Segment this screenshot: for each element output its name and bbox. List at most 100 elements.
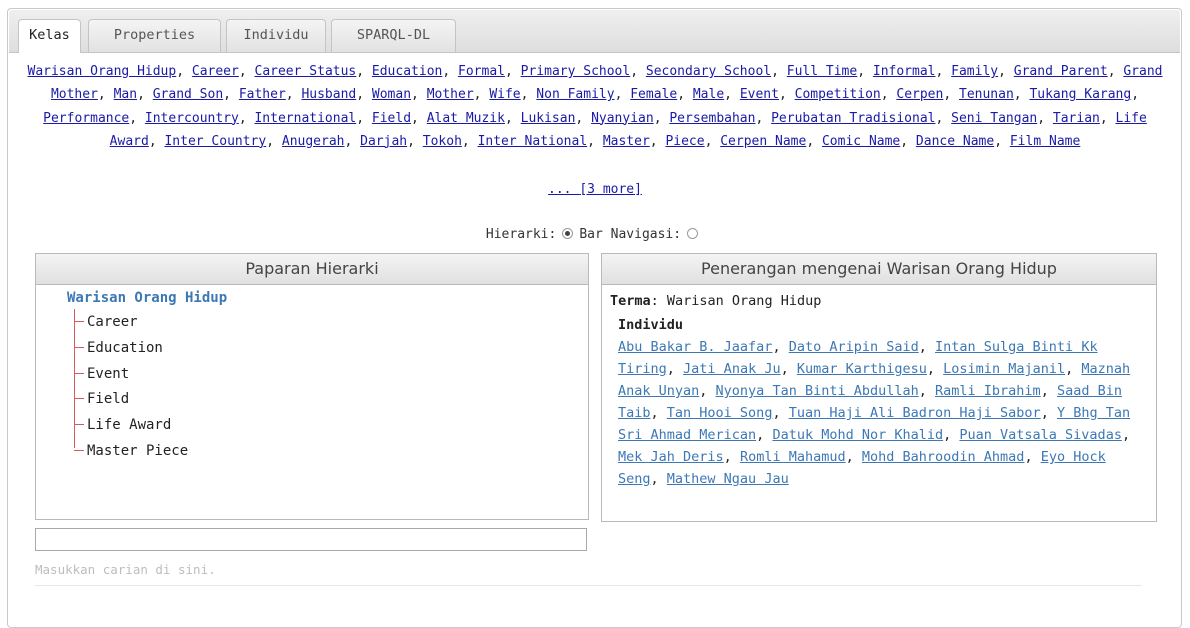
individual-link[interactable]: Dato Aripin Said	[789, 339, 919, 355]
description-panel-title: Penerangan mengenai Warisan Orang Hidup	[602, 254, 1156, 285]
class-link[interactable]: Grand Son	[153, 87, 223, 102]
class-link[interactable]: Tenunan	[959, 87, 1014, 102]
class-link[interactable]: Grand Parent	[1014, 64, 1108, 79]
class-link[interactable]: Field	[372, 111, 411, 126]
tree-node-label: Master Piece	[87, 443, 189, 459]
individual-link[interactable]: Nyonya Tan Binti Abdullah	[716, 383, 919, 399]
hierarchy-mode-radio[interactable]	[562, 228, 574, 239]
class-link[interactable]: Intercountry	[145, 111, 239, 126]
footer-divider	[35, 585, 1142, 586]
class-link[interactable]: Lukisan	[521, 111, 576, 126]
class-link[interactable]: Informal	[873, 64, 936, 79]
description-panel: Penerangan mengenai Warisan Orang Hidup …	[601, 253, 1157, 522]
class-link[interactable]: Performance	[43, 111, 129, 126]
description-body: Terma: Warisan Orang Hidup Individu Abu …	[610, 290, 1136, 490]
class-link[interactable]: Inter National	[478, 134, 588, 149]
individual-link[interactable]: Mek Jah Deris	[618, 449, 724, 465]
individual-link[interactable]: Datuk Mohd Nor Khalid	[772, 427, 943, 443]
tree-node[interactable]: Life Award	[74, 417, 171, 433]
class-link[interactable]: Dance Name	[916, 134, 994, 149]
class-link[interactable]: Comic Name	[822, 134, 900, 149]
more-classes: ... [3 more]	[0, 182, 1190, 197]
individual-link[interactable]: Romli Mahamud	[740, 449, 846, 465]
view-mode-selector: Hierarki: Bar Navigasi:	[0, 227, 1190, 242]
class-link[interactable]: Female	[630, 87, 677, 102]
class-link[interactable]: Film Name	[1010, 134, 1080, 149]
class-link[interactable]: Piece	[665, 134, 704, 149]
individual-link[interactable]: Kumar Karthigesu	[797, 361, 927, 377]
class-link[interactable]: Husband	[301, 87, 356, 102]
tree-node-label: Event	[87, 366, 130, 382]
individual-link[interactable]: Puan Vatsala Sivadas	[959, 427, 1122, 443]
tree-node[interactable]: Education	[74, 340, 163, 356]
individual-link[interactable]: Ramli Ibrahim	[935, 383, 1041, 399]
class-link[interactable]: Perubatan Tradisional	[771, 111, 935, 126]
class-link[interactable]: Formal	[458, 64, 505, 79]
tree-node-label: Field	[87, 391, 130, 407]
tab-sparql-dl[interactable]: SPARQL-DL	[331, 19, 456, 52]
class-link[interactable]: Primary School	[521, 64, 631, 79]
class-link[interactable]: Seni Tangan	[951, 111, 1037, 126]
class-link[interactable]: Man	[114, 87, 137, 102]
tree-node[interactable]: Field	[74, 391, 129, 407]
class-link[interactable]: Non Family	[536, 87, 614, 102]
class-link[interactable]: Career Status	[255, 64, 357, 79]
tree-node[interactable]: Career	[74, 314, 138, 330]
search-hint: Masukkan carian di sini.	[35, 562, 216, 577]
navbar-mode-radio[interactable]	[687, 228, 699, 239]
class-link[interactable]: Woman	[372, 87, 411, 102]
class-link[interactable]: Wife	[489, 87, 520, 102]
class-link[interactable]: Nyanyian	[591, 111, 654, 126]
class-link[interactable]: Anugerah	[282, 134, 345, 149]
individual-link[interactable]: Tan Hooi Song	[667, 405, 773, 421]
class-link[interactable]: Darjah	[360, 134, 407, 149]
class-link[interactable]: Warisan Orang Hidup	[28, 64, 177, 79]
individual-link[interactable]: Tuan Haji Ali Badron Haji Sabor	[789, 405, 1041, 421]
term-value: Warisan Orang Hidup	[666, 293, 822, 309]
class-link[interactable]: Career	[192, 64, 239, 79]
individual-link[interactable]: Jati Anak Ju	[683, 361, 781, 377]
term-label: Terma	[610, 293, 651, 309]
class-link[interactable]: Education	[372, 64, 442, 79]
class-link[interactable]: Tarian	[1053, 111, 1100, 126]
class-link[interactable]: Mother	[427, 87, 474, 102]
tree-node[interactable]: Master Piece	[74, 443, 188, 459]
class-link[interactable]: Tokoh	[423, 134, 462, 149]
tab-bar: Kelas Properties Individu SPARQL-DL	[9, 10, 1180, 53]
class-link-list: Warisan Orang Hidup, Career, Career Stat…	[27, 64, 1163, 149]
navbar-mode-label: Bar Navigasi:	[579, 227, 682, 242]
individual-link[interactable]: Losimin Majanil	[943, 361, 1065, 377]
individuals-list: Abu Bakar B. Jaafar, Dato Aripin Said, I…	[618, 339, 1131, 487]
tree-root-node[interactable]: Warisan Orang Hidup	[67, 290, 227, 306]
individual-link[interactable]: Mohd Bahroodin Ahmad	[862, 449, 1025, 465]
class-link[interactable]: Master	[603, 134, 650, 149]
class-link[interactable]: Alat Muzik	[427, 111, 505, 126]
term-line: Terma: Warisan Orang Hidup	[610, 293, 822, 309]
class-link[interactable]: Persembahan	[669, 111, 755, 126]
tab-kelas[interactable]: Kelas	[18, 19, 81, 53]
class-link[interactable]: Full Time	[787, 64, 857, 79]
hierarchy-mode-label: Hierarki:	[485, 227, 557, 242]
class-link[interactable]: International	[254, 111, 356, 126]
individuals-heading: Individu	[618, 317, 684, 333]
tree-node[interactable]: Event	[74, 366, 129, 382]
tree-node-label: Life Award	[87, 417, 172, 433]
tab-individu[interactable]: Individu	[226, 19, 326, 52]
class-link[interactable]: Inter Country	[164, 134, 266, 149]
class-link[interactable]: Male	[693, 87, 724, 102]
class-link[interactable]: Family	[951, 64, 998, 79]
class-link[interactable]: Competition	[795, 87, 881, 102]
class-link[interactable]: Cerpen	[896, 87, 943, 102]
class-link[interactable]: Cerpen Name	[720, 134, 806, 149]
more-classes-link[interactable]: ... [3 more]	[548, 182, 642, 197]
class-link[interactable]: Father	[239, 87, 286, 102]
search-input[interactable]	[35, 528, 587, 551]
class-link[interactable]: Secondary School	[646, 64, 771, 79]
hierarchy-panel: Paparan Hierarki Warisan Orang Hidup Car…	[35, 253, 589, 520]
class-link[interactable]: Tukang Karang	[1029, 87, 1131, 102]
tab-properties[interactable]: Properties	[88, 19, 221, 52]
class-link[interactable]: Event	[740, 87, 779, 102]
individual-link[interactable]: Abu Bakar B. Jaafar	[618, 339, 772, 355]
tree-node-label: Career	[87, 314, 138, 330]
individual-link[interactable]: Mathew Ngau Jau	[667, 471, 789, 487]
